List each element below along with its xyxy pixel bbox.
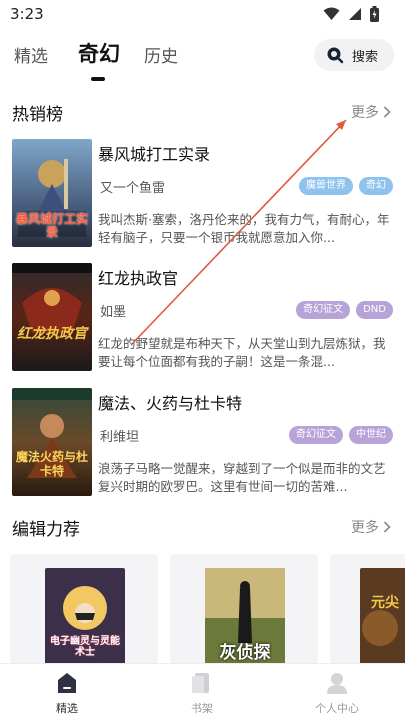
top-tabs: 精选 奇幻 历史 搜索 — [0, 36, 405, 86]
tab-history[interactable]: 历史 — [144, 42, 178, 67]
book-title[interactable]: 魔法、火药与杜卡特 — [98, 390, 242, 414]
more-label: 更多 — [351, 105, 379, 121]
pick-cover[interactable]: 电子幽灵与灵能术士 — [45, 568, 125, 664]
book-item[interactable]: 暴风城打工实录 暴风城打工实录 又一个鱼雷 魔兽世界 奇幻 我叫杰斯·塞索，洛丹… — [0, 139, 405, 251]
editor-picks-more-link[interactable]: 更多 — [351, 517, 391, 537]
nav-label: 书架 — [191, 702, 213, 715]
cover-title-text: 暴风城打工实录 — [16, 212, 89, 239]
book-item[interactable]: 魔法火药与杜卡特 魔法、火药与杜卡特 利维坦 奇幻征文 中世纪 浪荡子马略一觉醒… — [0, 388, 405, 500]
bottom-nav: 精选 书架 个人中心 — [0, 663, 405, 720]
tag: 奇幻征文 — [289, 426, 343, 444]
book-description: 我叫杰斯·塞索，洛丹伦来的，我有力气，有耐心，年轻有脑子，只要一个银币我就愿意加… — [98, 212, 390, 245]
tag: 奇幻 — [359, 177, 393, 195]
status-bar: 3:23 — [0, 0, 405, 30]
tag: 中世纪 — [349, 426, 393, 444]
search-icon — [327, 47, 344, 64]
section-title: 编辑力荐 — [12, 520, 80, 540]
cover-title-text: 元尖 — [371, 595, 399, 611]
status-icons — [323, 6, 379, 22]
active-tab-indicator — [91, 77, 105, 81]
section-title: 热销榜 — [12, 105, 63, 125]
pick-card[interactable]: 电子幽灵与灵能术士 — [10, 554, 158, 664]
cover-title-text: 灰侦探 — [219, 643, 271, 663]
bestsellers-header: 热销榜 更多 — [0, 100, 405, 130]
nav-item-featured[interactable]: 精选 — [27, 670, 107, 716]
battery-icon — [370, 6, 379, 22]
book-title[interactable]: 暴风城打工实录 — [98, 141, 210, 165]
book-author: 利维坦 — [100, 430, 140, 445]
editor-picks-header: 编辑力荐 更多 — [0, 515, 405, 545]
book-description: 浪荡子马略一觉醒来，穿越到了一个似是而非的文艺复兴时期的欧罗巴。这里有世间一切的… — [98, 461, 386, 494]
pick-cover[interactable]: 元尖 — [360, 568, 405, 664]
chevron-right-icon — [383, 521, 391, 533]
book-cover[interactable]: 红龙执政官 — [12, 263, 92, 371]
book-author: 又一个鱼雷 — [100, 181, 166, 196]
bookshelf-icon — [192, 673, 209, 693]
nav-label: 个人中心 — [315, 702, 359, 715]
book-author: 如墨 — [100, 305, 127, 320]
nav-item-profile[interactable]: 个人中心 — [297, 670, 377, 716]
book-tags: 奇幻征文 DND — [296, 301, 393, 319]
tab-selected[interactable]: 精选 — [14, 42, 48, 67]
more-label: 更多 — [351, 520, 379, 536]
cover-title-text: 红龙执政官 — [17, 326, 87, 342]
chevron-right-icon — [383, 106, 391, 118]
home-icon — [58, 673, 76, 693]
pick-card[interactable]: 元尖 — [330, 554, 405, 664]
book-item[interactable]: 红龙执政官 红龙执政官 如墨 奇幻征文 DND 红龙的野望就是布种天下，从天堂山… — [0, 263, 405, 375]
pick-cover[interactable]: 灰侦探 — [205, 568, 285, 664]
wifi-icon — [323, 7, 340, 20]
book-cover[interactable]: 暴风城打工实录 — [12, 139, 92, 247]
bestsellers-more-link[interactable]: 更多 — [351, 102, 391, 122]
search-label: 搜索 — [352, 49, 379, 65]
book-cover[interactable]: 魔法火药与杜卡特 — [12, 388, 92, 496]
pick-card[interactable]: 灰侦探 — [170, 554, 318, 664]
cover-title-text: 电子幽灵与灵能术士 — [50, 636, 120, 658]
search-button[interactable]: 搜索 — [314, 39, 394, 71]
book-title[interactable]: 红龙执政官 — [98, 265, 178, 289]
tag: 魔兽世界 — [299, 177, 353, 195]
status-time: 3:23 — [10, 5, 44, 23]
tab-fantasy[interactable]: 奇幻 — [78, 38, 120, 68]
nav-label: 精选 — [56, 702, 78, 715]
signal-icon — [349, 8, 361, 20]
book-tags: 魔兽世界 奇幻 — [299, 177, 393, 195]
editor-picks-row: 电子幽灵与灵能术士 灰侦探 元尖 — [10, 554, 405, 664]
nav-item-bookshelf[interactable]: 书架 — [162, 670, 242, 716]
cover-title-text: 魔法火药与杜卡特 — [15, 450, 88, 478]
profile-icon — [327, 673, 347, 694]
book-description: 红龙的野望就是布种天下，从天堂山到九层炼狱，我要让每个位面都有我的子嗣！这是一条… — [98, 336, 386, 369]
tag: DND — [356, 301, 393, 319]
book-tags: 奇幻征文 中世纪 — [289, 426, 393, 444]
tag: 奇幻征文 — [296, 301, 351, 319]
